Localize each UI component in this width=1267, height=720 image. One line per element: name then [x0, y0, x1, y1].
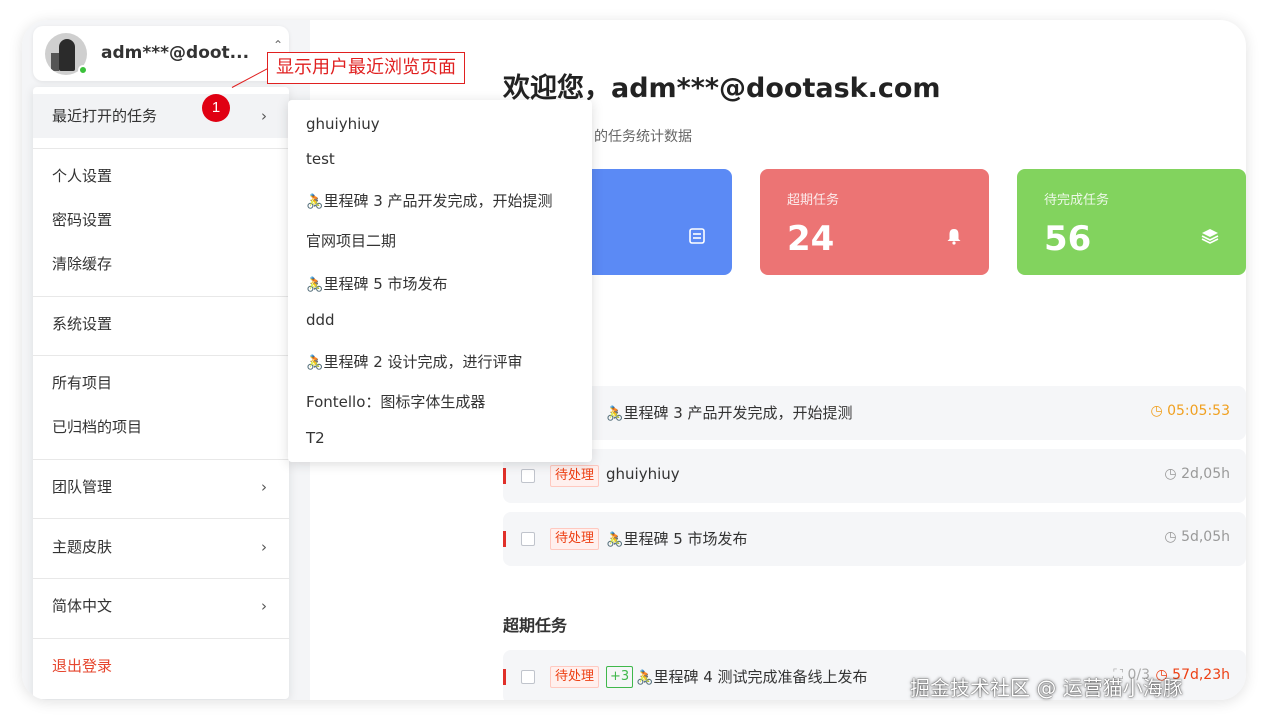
priority-flag	[503, 531, 506, 547]
stat-label: 超期任务	[787, 193, 840, 208]
priority-flag	[503, 468, 506, 484]
status-tag: 待处理	[550, 465, 600, 487]
menu-item-label: 简体中文	[52, 597, 113, 615]
recent-task-item[interactable]: ghuiyhiuy	[306, 115, 380, 133]
menu-item-theme-skin[interactable]: 主题皮肤 ›	[33, 525, 289, 569]
task-time: ◷ 5d,05h	[1164, 529, 1230, 545]
task-title: 🚴里程碑 4 测试完成准备线上发布	[636, 668, 868, 686]
menu-item-label: 团队管理	[52, 478, 113, 496]
menu-item-logout[interactable]: 退出登录	[33, 644, 289, 688]
divider	[33, 638, 289, 639]
stat-card-overdue[interactable]: 超期任务 24	[760, 169, 989, 275]
divider	[33, 518, 289, 519]
task-row[interactable]: 处理 🚴里程碑 3 产品开发完成，开始提测 ◷ 05:05:53	[503, 386, 1246, 440]
priority-flag	[503, 669, 506, 685]
watermark: 掘金技术社区 @ 运营猫小海豚	[910, 676, 1183, 700]
recent-task-item[interactable]: T2	[306, 429, 325, 447]
recent-tasks-submenu: ghuiyhiuy test 🚴里程碑 3 产品开发完成，开始提测 官网项目二期…	[288, 100, 592, 462]
bell-icon	[945, 227, 963, 250]
menu-item-recent-tasks[interactable]: 最近打开的任务 ›	[33, 94, 289, 138]
recent-task-item[interactable]: test	[306, 150, 335, 168]
annotation-label: 显示用户最近浏览页面	[267, 52, 465, 84]
recent-task-item[interactable]: 🚴里程碑 2 设计完成，进行评审	[306, 351, 523, 372]
recent-task-item[interactable]: 🚴里程碑 3 产品开发完成，开始提测	[306, 190, 553, 211]
menu-item-system-settings[interactable]: 系统设置	[33, 302, 289, 346]
menu-item-label: 最近打开的任务	[52, 107, 158, 125]
app-window: 欢迎您，adm***@dootask.com 的任务统计数据 超期任务 24 待…	[22, 20, 1246, 700]
task-time: ◷ 2d,05h	[1164, 466, 1230, 482]
task-title: 🚴里程碑 5 市场发布	[606, 530, 748, 548]
menu-item-archived-projects[interactable]: 已归档的项目	[33, 405, 289, 449]
menu-item-all-projects[interactable]: 所有项目	[33, 361, 289, 405]
menu-item-language[interactable]: 简体中文 ›	[33, 584, 289, 628]
menu-item-clear-cache[interactable]: 清除缓存	[33, 242, 289, 286]
task-checkbox[interactable]	[521, 670, 535, 684]
annotation-badge: 1	[202, 94, 230, 122]
task-checkbox[interactable]	[521, 469, 535, 483]
bike-icon: 🚴	[636, 670, 654, 686]
task-title: 🚴里程碑 3 产品开发完成，开始提测	[606, 404, 853, 422]
task-time: ◷ 05:05:53	[1150, 403, 1230, 419]
online-status-dot	[78, 65, 88, 75]
task-checkbox[interactable]	[521, 532, 535, 546]
divider	[33, 459, 289, 460]
bike-icon: 🚴	[306, 194, 324, 210]
stat-card-pending[interactable]: 待完成任务 56	[1017, 169, 1246, 275]
chevron-right-icon: ›	[261, 107, 267, 125]
chevron-right-icon: ›	[261, 538, 267, 556]
stat-label: 待完成任务	[1044, 193, 1110, 208]
overdue-section-title: 超期任务	[503, 616, 568, 635]
recent-task-item[interactable]: 🚴里程碑 5 市场发布	[306, 273, 448, 294]
task-title: ghuiyhiuy	[606, 465, 680, 483]
divider	[33, 296, 289, 297]
recent-task-item[interactable]: Fontello：图标字体生成器	[306, 391, 485, 412]
recent-task-item[interactable]: 官网项目二期	[306, 230, 396, 251]
bike-icon: 🚴	[606, 406, 624, 422]
chevron-right-icon: ›	[261, 478, 267, 496]
status-tag: 待处理	[550, 528, 600, 550]
menu-item-personal-settings[interactable]: 个人设置	[33, 154, 289, 198]
menu-item-team-management[interactable]: 团队管理 ›	[33, 465, 289, 509]
divider	[33, 148, 289, 149]
stat-value: 24	[787, 219, 835, 259]
recent-task-item[interactable]: ddd	[306, 311, 335, 329]
task-row[interactable]: 待处理 ghuiyhiuy ◷ 2d,05h	[503, 449, 1246, 503]
bike-icon: 🚴	[306, 355, 324, 371]
subtask-count-badge: +3	[606, 666, 634, 688]
checklist-icon	[688, 227, 706, 250]
task-row[interactable]: 待处理 🚴里程碑 5 市场发布 ◷ 5d,05h	[503, 512, 1246, 566]
bike-icon: 🚴	[606, 532, 624, 548]
bike-icon: 🚴	[306, 277, 324, 293]
user-name: adm***@doot...	[101, 43, 250, 63]
status-tag: 待处理	[550, 666, 600, 688]
menu-item-label: 主题皮肤	[52, 538, 113, 556]
divider	[33, 355, 289, 356]
menu-item-password-settings[interactable]: 密码设置	[33, 198, 289, 242]
user-dropdown-menu: 最近打开的任务 › 个人设置 密码设置 清除缓存 系统设置 所有项目 已归档的项…	[33, 87, 289, 699]
layers-icon	[1200, 227, 1220, 250]
divider	[33, 578, 289, 579]
chevron-right-icon: ›	[261, 597, 267, 615]
dashboard-subtitle: 的任务统计数据	[594, 129, 692, 145]
user-menu-trigger[interactable]: adm***@doot... ⌃⌄	[33, 26, 289, 81]
stat-value: 56	[1044, 219, 1092, 259]
